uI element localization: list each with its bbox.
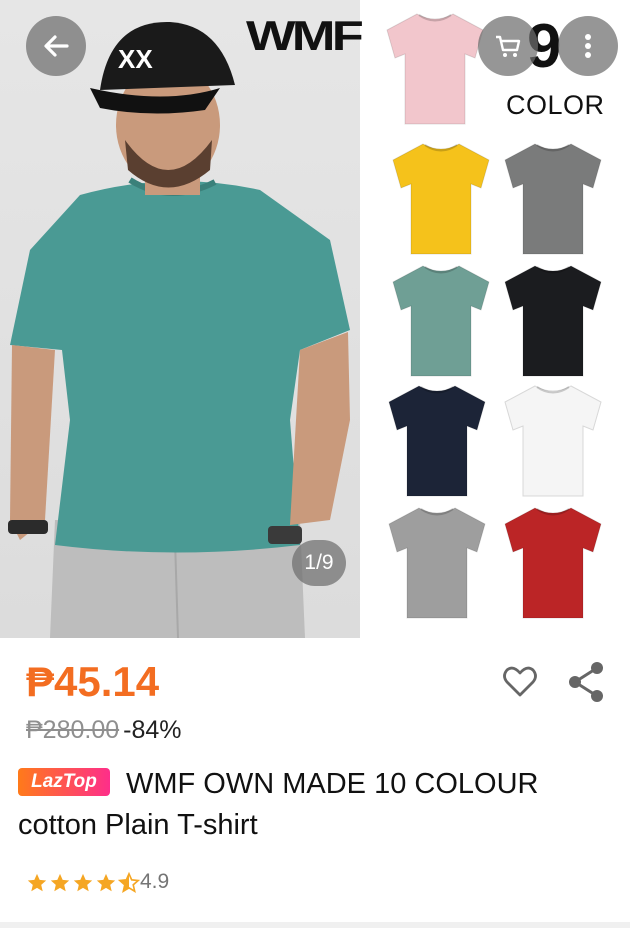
color-swatch-shirt <box>385 382 489 503</box>
star-icon <box>118 872 140 893</box>
product-image-gallery[interactable]: XX WMF 9 COLOR 1/9 <box>0 0 630 638</box>
more-button[interactable] <box>558 16 618 76</box>
share-button[interactable] <box>566 660 606 709</box>
discount-percent: -84% <box>123 716 182 744</box>
back-button[interactable] <box>26 16 86 76</box>
color-swatch-shirt <box>501 382 605 503</box>
star-icon <box>50 873 70 892</box>
product-info: ₱45.14 ₱280.00 -84% LazTop WMF OWN MADE 1… <box>0 638 630 928</box>
share-icon <box>569 662 603 702</box>
star-icon <box>73 873 93 892</box>
color-swatch-shirt <box>383 10 487 131</box>
color-swatch-shirt <box>501 140 605 261</box>
star-icon <box>96 873 116 892</box>
original-price: ₱280.00 <box>26 716 120 744</box>
heart-icon <box>503 666 537 697</box>
arrow-left-icon <box>44 35 69 57</box>
cart-button[interactable] <box>478 16 538 76</box>
color-swatch-shirt <box>385 504 489 625</box>
star-icon <box>27 873 47 892</box>
sale-price: ₱45.14 <box>26 658 160 705</box>
wishlist-button[interactable] <box>500 662 540 707</box>
svg-text:XX: XX <box>118 44 153 74</box>
product-title: WMF OWN MADE 10 COLOUR cotton Plain T-sh… <box>18 768 539 841</box>
color-swatch-shirt <box>389 140 493 261</box>
more-vertical-icon <box>585 34 591 58</box>
original-price-row: ₱280.00 -84% <box>26 716 182 745</box>
rating-stars <box>26 872 140 894</box>
cart-icon <box>496 35 521 57</box>
section-divider <box>0 922 630 928</box>
brand-logo: WMF <box>246 12 364 59</box>
rating-value: 4.9 <box>140 870 170 893</box>
color-swatch-shirt <box>389 262 493 383</box>
color-swatch-shirt <box>501 504 605 625</box>
color-swatch-shirt <box>501 262 605 383</box>
image-counter: 1/9 <box>292 540 346 586</box>
color-label: COLOR <box>506 90 605 120</box>
